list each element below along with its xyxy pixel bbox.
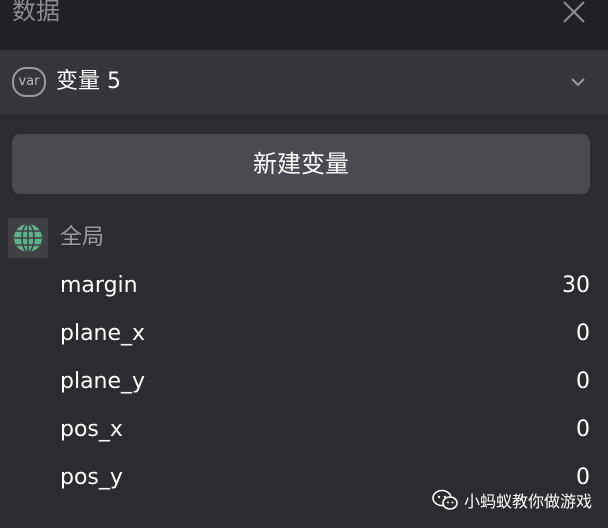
variable-row[interactable]: margin 30 xyxy=(0,262,608,310)
variable-name: margin xyxy=(60,273,138,298)
variable-value: 0 xyxy=(576,417,590,442)
close-icon xyxy=(563,1,585,23)
watermark: 小蚂蚁教你做游戏 xyxy=(432,486,592,514)
chevron-down-icon[interactable] xyxy=(570,74,586,90)
watermark-text: 小蚂蚁教你做游戏 xyxy=(464,492,593,511)
variable-name: pos_y xyxy=(60,465,123,490)
variable-name: pos_x xyxy=(60,417,123,442)
var-badge: var xyxy=(12,67,46,97)
globe-icon xyxy=(8,218,48,258)
variable-row[interactable]: pos_x 0 xyxy=(0,406,608,454)
panel-title: 数据 xyxy=(12,0,60,25)
variable-name: plane_x xyxy=(60,321,146,346)
close-button[interactable] xyxy=(562,0,586,24)
wechat-icon xyxy=(432,489,458,510)
selected-variable: 变量 5 xyxy=(56,69,121,94)
variable-value: 0 xyxy=(576,369,590,394)
panel-header: 数据 xyxy=(0,0,608,50)
variable-value: 0 xyxy=(576,321,590,346)
variable-name: plane_y xyxy=(60,369,146,394)
group-label-global: 全局 xyxy=(60,225,105,250)
variable-value: 30 xyxy=(562,273,590,298)
new-variable-button[interactable]: 新建变量 xyxy=(12,134,590,194)
variable-selector[interactable]: var 变量 5 xyxy=(0,50,608,114)
data-panel: 数据 var 变量 5 新建变量 全局 margin 30 plane_x 0 … xyxy=(0,0,608,528)
variable-row[interactable]: plane_x 0 xyxy=(0,310,608,358)
variable-row[interactable]: plane_y 0 xyxy=(0,358,608,406)
